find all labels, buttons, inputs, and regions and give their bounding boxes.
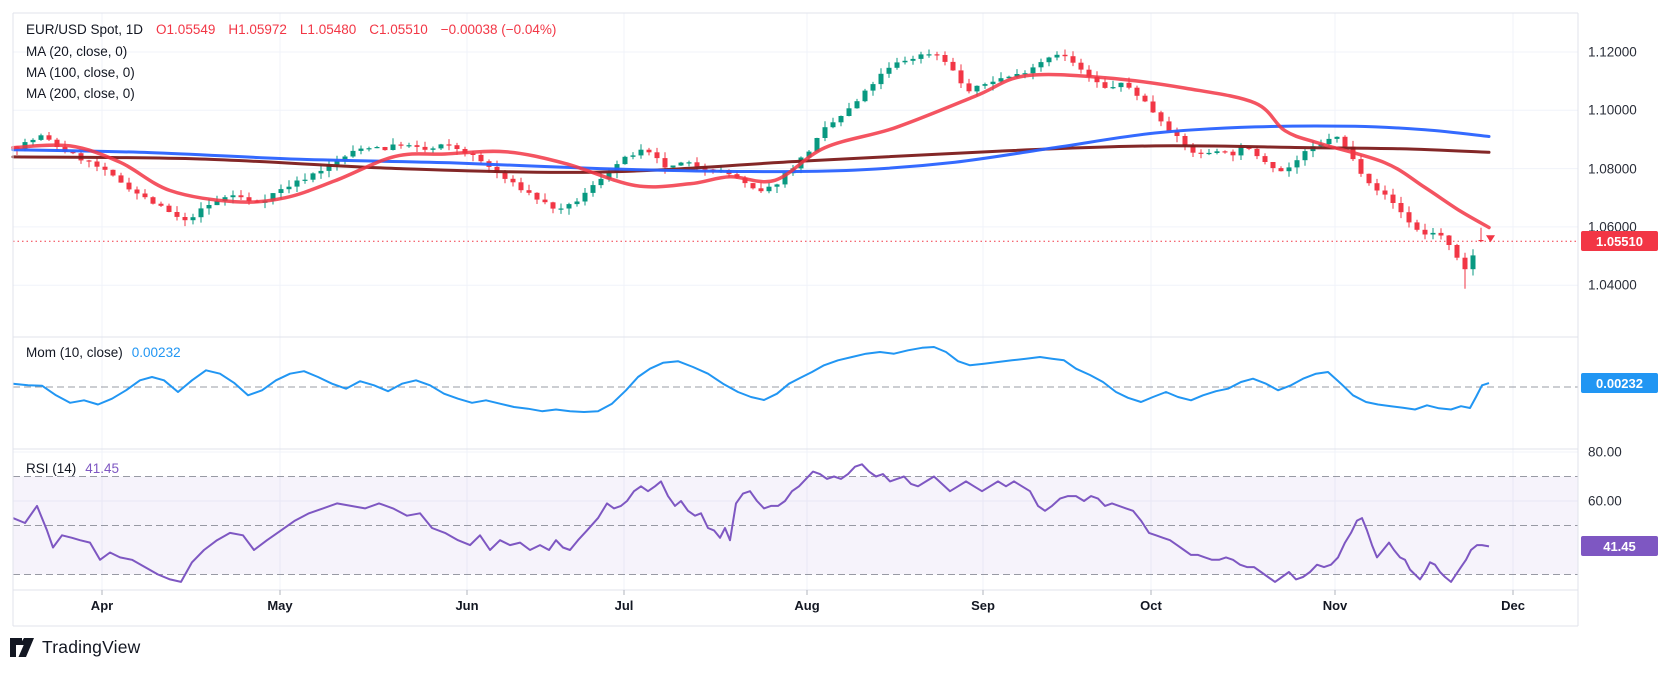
rsi-band <box>13 476 1578 575</box>
month-label-oct: Oct <box>1140 598 1162 613</box>
rsi-value-badge: 41.45 <box>1581 536 1658 557</box>
price-tick-label: 1.10000 <box>1588 102 1637 118</box>
ma200-label: MA (200, close, 0) <box>26 86 135 101</box>
price-tick-label: 1.08000 <box>1588 161 1637 177</box>
ma200-legend[interactable]: MA (200, close, 0) <box>26 86 135 102</box>
momentum-legend[interactable]: Mom (10, close) 0.00232 <box>26 345 181 361</box>
month-label-jul: Jul <box>614 598 634 613</box>
ma20-line <box>11 72 1491 230</box>
ma100-legend[interactable]: MA (100, close, 0) <box>26 65 135 81</box>
rsi-legend[interactable]: RSI (14) 41.45 <box>26 461 119 477</box>
symbol-legend[interactable]: EUR/USD Spot, 1D O1.05549 H1.05972 L1.05480… <box>26 22 569 38</box>
month-label-aug: Aug <box>794 598 820 613</box>
price-tick-label: 1.12000 <box>1588 44 1637 60</box>
price-tick-label: 1.04000 <box>1588 277 1637 293</box>
month-label-may: May <box>267 598 293 613</box>
month-label-dec: Dec <box>1501 598 1525 613</box>
ohlc-high: H1.05972 <box>228 22 287 37</box>
momentum-line <box>12 346 1490 413</box>
ma100-label: MA (100, close, 0) <box>26 65 135 80</box>
month-label-apr: Apr <box>90 598 114 613</box>
last-price-badge: 1.05510 <box>1581 231 1658 252</box>
month-label-sep: Sep <box>971 598 995 613</box>
ohlc-change: −0.00038 (−0.04%) <box>440 22 557 37</box>
tradingview-logo[interactable]: TradingView <box>10 637 141 658</box>
month-label-nov: Nov <box>1322 598 1348 613</box>
chart-canvas[interactable] <box>0 0 1674 674</box>
ohlc-low: L1.05480 <box>299 22 357 37</box>
ohlc-open: O1.05549 <box>156 22 216 37</box>
tradingview-logo-icon <box>10 638 34 657</box>
rsi-tick-label: 80.00 <box>1588 444 1622 460</box>
time-axis-ticks <box>101 590 1514 595</box>
momentum-value-badge: 0.00232 <box>1581 373 1658 394</box>
tradingview-logo-text: TradingView <box>42 637 141 657</box>
momentum-value: 0.00232 <box>131 345 181 360</box>
trading-chart-window: EUR/USD Spot, 1D O1.05549 H1.05972 L1.05480… <box>0 0 1674 674</box>
ma20-legend[interactable]: MA (20, close, 0) <box>26 44 127 60</box>
symbol-title: EUR/USD Spot, 1D <box>26 22 144 37</box>
rsi-tick-label: 60.00 <box>1588 493 1622 509</box>
month-label-jun: Jun <box>455 598 479 613</box>
momentum-label: Mom (10, close) <box>26 345 123 360</box>
rsi-value: 41.45 <box>85 461 120 476</box>
ma20-label: MA (20, close, 0) <box>26 44 128 59</box>
rsi-label: RSI (14) <box>26 461 77 476</box>
ohlc-close: C1.05510 <box>369 22 428 37</box>
